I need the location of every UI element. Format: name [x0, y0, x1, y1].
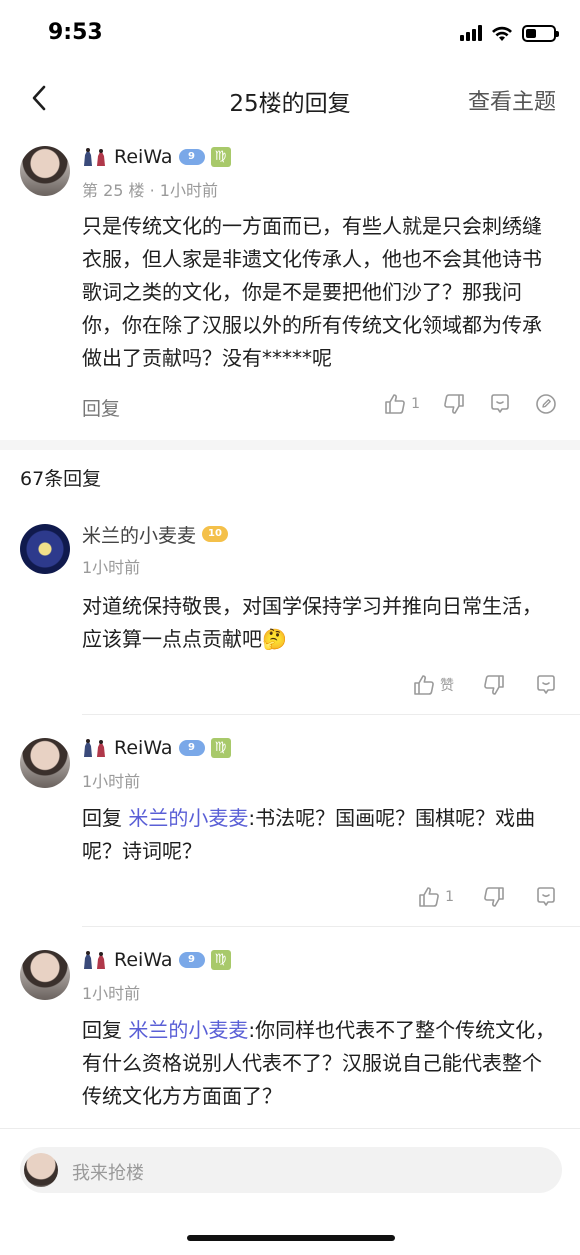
- mention-link[interactable]: 米兰的小麦麦: [128, 1018, 248, 1042]
- thumbs-up-icon: [419, 887, 439, 907]
- avatar[interactable]: [20, 524, 70, 574]
- hanfu-figures-icon: [84, 148, 105, 166]
- reply-input[interactable]: 我来抢楼: [20, 1147, 562, 1193]
- dislike-button[interactable]: [482, 673, 506, 697]
- dislike-button[interactable]: [482, 885, 506, 909]
- reply-input-placeholder: 我来抢楼: [72, 1163, 144, 1184]
- reply-time: 1小时前: [82, 772, 141, 791]
- reply-prefix: 回复: [82, 1018, 129, 1042]
- username[interactable]: 米兰的小麦麦: [82, 521, 196, 548]
- username[interactable]: ReiWa: [114, 737, 173, 759]
- reply-content: 回复 米兰的小麦麦:书法呢？国画呢？围棋呢？戏曲呢？诗词呢？: [82, 802, 560, 868]
- section-divider: [0, 440, 580, 450]
- level-badge: 9: [178, 740, 205, 756]
- view-topic-button[interactable]: 查看主题: [468, 84, 556, 116]
- thumbs-down-icon: [484, 675, 504, 695]
- cellular-signal-icon: [460, 25, 482, 41]
- home-indicator: [187, 1235, 395, 1241]
- level-badge: 9: [178, 952, 205, 968]
- username[interactable]: ReiWa: [114, 949, 173, 971]
- thumbs-down-icon: [444, 394, 464, 414]
- comment-icon: [537, 887, 555, 906]
- like-label: 赞: [440, 678, 454, 694]
- nav-bar: 25楼的回复 查看主题: [0, 70, 580, 126]
- post-actions: 1: [383, 392, 558, 416]
- edit-button[interactable]: [534, 392, 558, 416]
- reply-actions: 赞: [412, 673, 558, 697]
- reply-content: 对道统保持敬畏，对国学保持学习并推向日常生活，应该算一点点贡献吧🤔: [82, 594, 542, 651]
- avatar: [24, 1153, 58, 1187]
- comment-button[interactable]: [534, 673, 558, 697]
- wifi-icon: [492, 26, 512, 41]
- mention-link[interactable]: 米兰的小麦麦: [128, 806, 248, 830]
- username[interactable]: ReiWa: [114, 146, 173, 168]
- virgo-badge: ♍: [210, 147, 231, 167]
- virgo-badge: ♍: [210, 738, 231, 758]
- status-icons: [460, 24, 559, 42]
- thumbs-down-icon: [484, 887, 504, 907]
- like-button[interactable]: 1: [383, 392, 420, 416]
- user-line: ReiWa 9 ♍: [82, 948, 231, 972]
- status-time: 9:53: [48, 20, 103, 45]
- reply-button[interactable]: 回复: [82, 394, 120, 421]
- virgo-badge: ♍: [210, 950, 231, 970]
- avatar[interactable]: [20, 146, 70, 196]
- thumbs-up-icon: [414, 675, 434, 695]
- reply-time: 1小时前: [82, 984, 141, 1003]
- comment-icon: [537, 675, 555, 694]
- hanfu-figures-icon: [84, 951, 105, 969]
- user-line: 米兰的小麦麦 10: [82, 521, 229, 548]
- replies-count: 67条回复: [20, 468, 102, 490]
- user-line: ReiWa 9 ♍: [82, 145, 231, 169]
- reply-time: 1小时前: [82, 558, 141, 577]
- comment-button[interactable]: [534, 885, 558, 909]
- like-count: 1: [445, 889, 454, 905]
- like-count: 1: [411, 396, 420, 412]
- hanfu-figures-icon: [84, 739, 105, 757]
- reply-divider: [82, 714, 580, 715]
- user-line: ReiWa 9 ♍: [82, 736, 231, 760]
- reply-prefix: 回复: [82, 806, 129, 830]
- edit-icon: [536, 394, 556, 414]
- status-bar: 9:53: [0, 0, 580, 70]
- post-content: 只是传统文化的一方面而已，有些人就是只会刺绣缝衣服，但人家是非遗文化传承人，他也…: [82, 214, 542, 370]
- avatar[interactable]: [20, 950, 70, 1000]
- level-badge: 10: [202, 526, 229, 542]
- reply-divider: [82, 926, 580, 927]
- battery-icon: [522, 24, 559, 42]
- reply-content: 回复 米兰的小麦麦:你同样也代表不了整个传统文化，有什么资格说别人代表不了？汉服…: [82, 1014, 560, 1113]
- dislike-button[interactable]: [442, 392, 466, 416]
- thumbs-up-icon: [385, 394, 405, 414]
- like-button[interactable]: 赞: [412, 673, 454, 697]
- level-badge: 9: [178, 149, 205, 165]
- comment-icon: [491, 394, 509, 413]
- reply-actions: 1: [417, 885, 558, 909]
- like-button[interactable]: 1: [417, 885, 454, 909]
- comment-button[interactable]: [488, 392, 512, 416]
- avatar[interactable]: [20, 738, 70, 788]
- floor-meta: 第 25 楼 · 1小时前: [82, 181, 218, 200]
